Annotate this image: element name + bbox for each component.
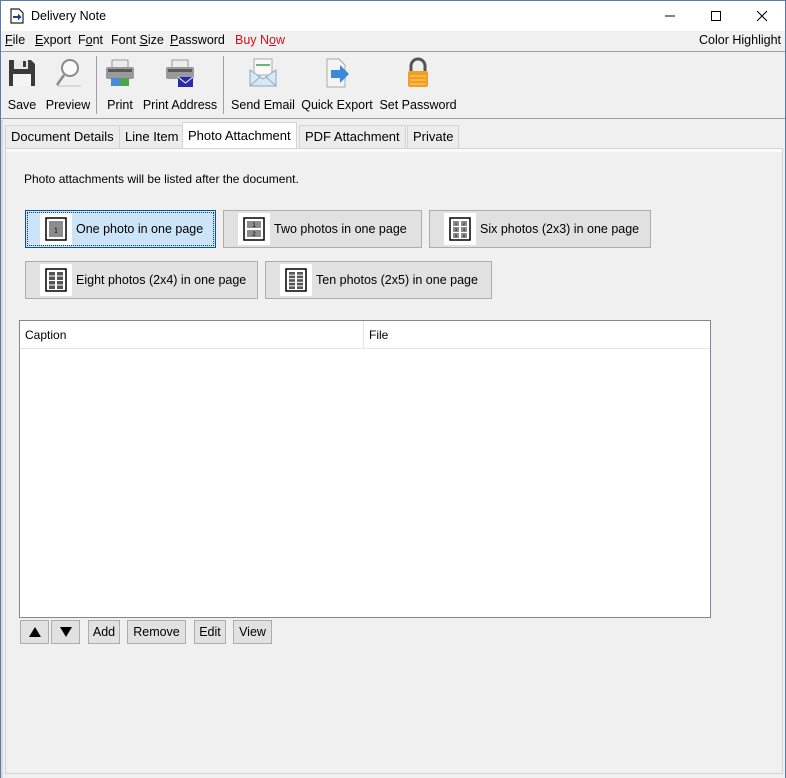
column-header-caption[interactable]: Caption bbox=[20, 321, 364, 349]
ten-photos-layout-button[interactable]: Ten photos (2x5) in one page bbox=[265, 261, 492, 299]
export-arrow-icon bbox=[326, 58, 349, 88]
minimize-button[interactable] bbox=[647, 1, 693, 31]
print-address-label: Print Address bbox=[142, 98, 218, 112]
menu-bar: File Export Font Font Size Password Buy … bbox=[1, 31, 785, 51]
menu-file[interactable]: File bbox=[5, 33, 25, 47]
move-down-button[interactable] bbox=[51, 620, 80, 644]
title-bar: Delivery Note bbox=[1, 1, 785, 31]
save-label: Save bbox=[7, 98, 37, 112]
tab-private[interactable]: Private bbox=[407, 125, 460, 148]
preview-button[interactable]: Preview bbox=[44, 56, 92, 114]
print-address-button[interactable]: Print Address bbox=[142, 56, 218, 114]
toolbar: Save Preview Print Print Address Send Em… bbox=[1, 51, 785, 119]
print-button[interactable]: Print bbox=[102, 56, 138, 114]
one-photo-layout-button[interactable]: 1 One photo in one page bbox=[25, 210, 216, 248]
menu-font-size-mnemonic: S bbox=[139, 33, 148, 47]
menu-font-label-a: F bbox=[78, 33, 86, 47]
photo-attachment-panel: Photo attachments will be listed after t… bbox=[5, 148, 783, 774]
eight-photos-layout-label: Eight photos (2x4) in one page bbox=[76, 273, 247, 287]
one-photo-layout-icon: 1 bbox=[45, 217, 67, 241]
column-header-file[interactable]: File bbox=[364, 321, 710, 349]
svg-text:1: 1 bbox=[54, 228, 58, 235]
menu-buy-now-label-b: w bbox=[276, 33, 286, 47]
tab-container: Document Details Line Item Photo Attachm… bbox=[1, 120, 785, 778]
print-label: Print bbox=[107, 98, 133, 112]
info-text: Photo attachments will be listed after t… bbox=[24, 172, 299, 186]
table-header: Caption File bbox=[20, 321, 710, 349]
set-password-label: Set Password bbox=[379, 98, 457, 112]
maximize-icon bbox=[711, 11, 721, 21]
menu-font-size[interactable]: Font Size bbox=[111, 33, 164, 47]
ten-photos-layout-label: Ten photos (2x5) in one page bbox=[316, 273, 478, 287]
panel-top-edge bbox=[6, 149, 782, 152]
set-password-button[interactable]: Set Password bbox=[378, 56, 458, 114]
view-button[interactable]: View bbox=[233, 620, 272, 644]
six-photos-layout-button[interactable]: 12 34 56 Six photos (2x3) in one page bbox=[429, 210, 651, 248]
quick-export-button[interactable]: Quick Export bbox=[301, 56, 373, 114]
save-button[interactable]: Save bbox=[4, 56, 40, 114]
padlock-icon bbox=[408, 57, 428, 87]
menu-buy-now-label-a: Buy N bbox=[235, 33, 270, 47]
menu-export[interactable]: Export bbox=[35, 33, 71, 47]
magnifier-icon bbox=[55, 59, 81, 87]
menu-password[interactable]: Password bbox=[170, 33, 225, 47]
preview-label: Preview bbox=[45, 98, 91, 112]
edit-button[interactable]: Edit bbox=[194, 620, 226, 644]
tab-line-item[interactable]: Line Item bbox=[119, 125, 185, 148]
menu-font[interactable]: Font bbox=[78, 33, 103, 47]
window-title: Delivery Note bbox=[31, 9, 107, 23]
close-icon bbox=[756, 10, 768, 22]
two-photos-layout-button[interactable]: 1 2 Two photos in one page bbox=[223, 210, 422, 248]
eight-photos-layout-icon bbox=[45, 268, 67, 292]
ten-photos-layout-icon bbox=[285, 268, 307, 292]
two-photos-layout-icon: 1 2 bbox=[243, 217, 265, 241]
toolbar-separator bbox=[96, 56, 97, 114]
document-arrow-icon bbox=[10, 8, 24, 24]
app-window: Delivery Note File Export Font Font Size… bbox=[0, 0, 786, 778]
photo-attachments-table[interactable]: Caption File bbox=[19, 320, 711, 618]
menu-font-mnemonic: o bbox=[85, 33, 93, 47]
tab-document-details[interactable]: Document Details bbox=[5, 125, 120, 148]
menu-buy-now[interactable]: Buy Now bbox=[235, 33, 285, 47]
menu-file-label: ile bbox=[12, 33, 26, 47]
close-button[interactable] bbox=[739, 1, 785, 31]
printer-icon bbox=[106, 59, 134, 86]
move-up-button[interactable] bbox=[20, 620, 49, 644]
two-photos-layout-label: Two photos in one page bbox=[274, 222, 407, 236]
maximize-button[interactable] bbox=[693, 1, 739, 31]
menu-buy-now-mnemonic: o bbox=[269, 33, 276, 47]
toolbar-separator bbox=[223, 56, 224, 114]
tab-photo-attachment[interactable]: Photo Attachment bbox=[182, 122, 297, 149]
minimize-icon bbox=[665, 15, 675, 17]
envelope-icon bbox=[249, 58, 277, 87]
menu-file-mnemonic: F bbox=[5, 33, 13, 47]
six-photos-layout-icon: 12 34 56 bbox=[449, 217, 471, 241]
send-email-label: Send Email bbox=[231, 98, 295, 112]
arrow-up-icon bbox=[28, 627, 41, 637]
six-photos-layout-label: Six photos (2x3) in one page bbox=[480, 222, 640, 236]
eight-photos-layout-button[interactable]: Eight photos (2x4) in one page bbox=[25, 261, 258, 299]
arrow-down-icon bbox=[59, 627, 72, 637]
menu-font-label-b: nt bbox=[92, 33, 104, 47]
menu-font-size-label-a: Font bbox=[111, 33, 140, 47]
printer-envelope-icon bbox=[166, 59, 194, 87]
menu-export-label: xport bbox=[43, 33, 72, 47]
one-photo-layout-label: One photo in one page bbox=[76, 222, 204, 236]
quick-export-label: Quick Export bbox=[301, 98, 373, 112]
menu-font-size-label-b: ize bbox=[147, 33, 164, 47]
floppy-disk-icon bbox=[9, 60, 35, 86]
menu-password-label: assword bbox=[178, 33, 225, 47]
add-button[interactable]: Add bbox=[88, 620, 120, 644]
remove-button[interactable]: Remove bbox=[127, 620, 186, 644]
menu-color-highlight[interactable]: Color Highlight bbox=[699, 33, 781, 47]
send-email-button[interactable]: Send Email bbox=[230, 56, 296, 114]
tab-pdf-attachment[interactable]: PDF Attachment bbox=[299, 125, 406, 148]
